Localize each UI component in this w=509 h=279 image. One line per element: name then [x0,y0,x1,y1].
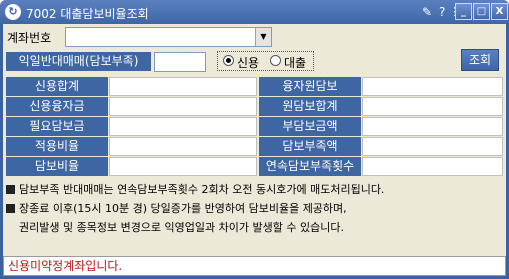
grid-row: 신용합계 융자원담보 [3,77,506,97]
credit-loan-amount-value [109,97,257,116]
chevron-down-icon[interactable]: ▼ [255,28,271,46]
window-title: 7002 대출담보비율조회 [26,7,149,21]
credit-total-value [109,77,257,96]
collateral-ratio-value [109,157,257,176]
note-text: 장종료 이후(15시 10분 경) 당일증가를 반영하여 담보비율을 제공하며, [19,202,347,215]
app-logo-icon: ↻ [5,4,21,20]
help-icon[interactable]: ? [439,4,445,20]
applied-ratio-value [109,137,257,156]
required-collateral-label: 필요담보금 [6,117,108,136]
grid-row: 적용비율 담보부족액 [3,137,506,157]
applied-ratio-label: 적용비율 [6,137,108,156]
note-text: 권리발생 및 종목정보 변경으로 익영업일과 차이가 발생할 수 있습니다. [19,221,344,234]
query-button[interactable]: 조회 [461,49,499,71]
radio-loan-label[interactable]: 대출 [284,54,306,71]
grid-row: 신용융자금 원담보합계 [3,97,506,117]
pin-icon[interactable]: ✎ [422,4,432,20]
account-combo[interactable]: ▼ [65,27,272,47]
status-bar: 신용미약정계좌입니다. [3,256,506,276]
sub-collateral-amount-label: 부담보금액 [259,117,361,136]
radio-credit-label[interactable]: 신용 [237,54,259,71]
notes: 담보부족 반대매매는 연속담보부족횟수 2회차 오전 동시호가에 매도처리됩니다… [6,180,384,237]
title-bar[interactable]: ↻ 7002 대출담보비율조회 ✎ ? ☰ _ □ X [0,0,509,24]
note-line: 담보부족 반대매매는 연속담보부족횟수 2회차 오전 동시호가에 매도처리됩니다… [6,180,384,199]
consecutive-shortfall-count-label: 연속담보부족횟수 [259,157,361,176]
liquidation-input[interactable] [154,52,206,72]
note-line: 장종료 이후(15시 10분 경) 당일증가를 반영하여 담보비율을 제공하며, [6,199,384,218]
collateral-shortfall-label: 담보부족액 [259,137,361,156]
radio-loan[interactable] [270,55,281,66]
note-line: 권리발생 및 종목정보 변경으로 익영업일과 차이가 발생할 수 있습니다. [6,218,384,237]
consecutive-shortfall-count-value [362,157,503,176]
radio-credit[interactable] [223,55,234,66]
collateral-ratio-label: 담보비율 [6,157,108,176]
original-collateral-total-value [362,97,503,116]
bullet-icon [6,204,15,213]
loan-original-collateral-label: 융자원담보 [259,77,361,96]
loan-original-collateral-value [362,77,503,96]
grid-row: 필요담보금 부담보금액 [3,117,506,137]
app-window: ↻ 7002 대출담보비율조회 ✎ ? ☰ _ □ X 계좌번호 ▼ 익일반대매… [0,0,509,279]
grid-row: 담보비율 연속담보부족횟수 [3,157,506,177]
content-panel: 계좌번호 ▼ 익일반대매매(담보부족) 신용 대출 조회 신용합계 융자원담보 [3,24,506,276]
maximize-button[interactable]: □ [473,3,490,20]
original-collateral-total-label: 원담보합계 [259,97,361,116]
sub-collateral-amount-value [362,117,503,136]
collateral-shortfall-value [362,137,503,156]
minimize-button[interactable]: _ [455,3,472,20]
note-text: 담보부족 반대매매는 연속담보부족횟수 2회차 오전 동시호가에 매도처리됩니다… [19,183,385,196]
credit-loan-amount-label: 신용융자금 [6,97,108,116]
credit-total-label: 신용합계 [6,77,108,96]
bullet-icon [6,185,15,194]
account-label: 계좌번호 [7,31,52,45]
next-day-liquidation-label: 익일반대매매(담보부족) [6,52,151,71]
required-collateral-value [109,117,257,136]
close-button[interactable]: X [491,3,508,20]
loan-type-radio-group: 신용 대출 [217,51,314,71]
